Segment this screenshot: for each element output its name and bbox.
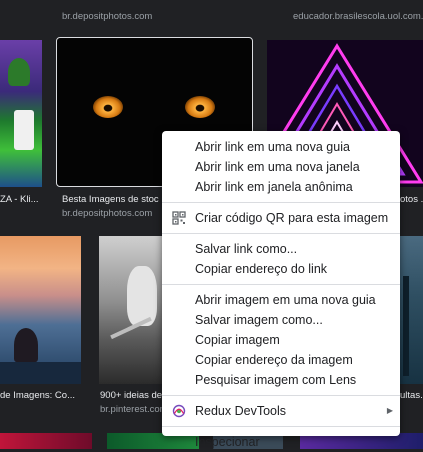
image-detail: [8, 58, 30, 86]
result-source[interactable]: br.depositphotos.com: [62, 208, 152, 219]
qr-code-icon: [172, 211, 186, 225]
menu-item-label: Redux DevTools: [195, 404, 287, 418]
menu-item-create-qr-code[interactable]: Criar código QR para esta imagem: [162, 208, 400, 228]
image-detail: [127, 266, 157, 326]
result-source[interactable]: br.pinterest.com: [100, 404, 162, 415]
menu-item-save-image-as[interactable]: Salvar imagem como...: [162, 310, 400, 330]
result-caption[interactable]: ultas...: [400, 390, 423, 401]
result-image[interactable]: [0, 433, 92, 449]
image-detail: [403, 276, 409, 376]
context-menu: Abrir link em uma nova guia Abrir link e…: [162, 131, 400, 449]
result-source[interactable]: educador.brasilescola.uol.com.br: [293, 11, 423, 22]
image-detail: [0, 362, 81, 384]
menu-item-copy-image[interactable]: Copiar imagem: [162, 330, 400, 350]
result-source[interactable]: br.depositphotos.com: [62, 11, 152, 22]
menu-separator: [162, 395, 400, 396]
result-caption[interactable]: otos ...: [400, 194, 423, 205]
result-image[interactable]: [0, 236, 81, 384]
redux-icon: [172, 404, 186, 418]
result-image[interactable]: [399, 236, 423, 384]
menu-item-open-link-incognito[interactable]: Abrir link em janela anônima: [162, 177, 400, 197]
menu-separator: [162, 284, 400, 285]
menu-separator: [162, 233, 400, 234]
menu-item-copy-link-address[interactable]: Copiar endereço do link: [162, 259, 400, 279]
result-image[interactable]: [0, 40, 42, 187]
menu-separator: [162, 202, 400, 203]
cat-eye: [185, 96, 215, 118]
image-detail: [14, 110, 34, 150]
menu-item-label: Criar código QR para esta imagem: [195, 211, 389, 225]
result-caption[interactable]: de Imagens: Co...: [0, 390, 81, 401]
menu-item-save-link-as[interactable]: Salvar link como...: [162, 239, 400, 259]
menu-item-redux-devtools[interactable]: Redux DevTools ▶: [162, 401, 400, 421]
menu-separator: [162, 426, 400, 427]
result-image[interactable]: [99, 236, 164, 384]
menu-item-open-image-new-tab[interactable]: Abrir imagem em uma nova guia: [162, 290, 400, 310]
menu-item-copy-image-address[interactable]: Copiar endereço da imagem: [162, 350, 400, 370]
menu-item-open-link-new-window[interactable]: Abrir link em uma nova janela: [162, 157, 400, 177]
menu-item-open-link-new-tab[interactable]: Abrir link em uma nova guia: [162, 137, 400, 157]
menu-item-search-image-lens[interactable]: Pesquisar imagem com Lens: [162, 370, 400, 390]
image-detail: [14, 328, 38, 362]
submenu-arrow-icon: ▶: [386, 406, 393, 415]
result-caption[interactable]: Besta Imagens de stoc: [62, 194, 162, 205]
cat-eye: [93, 96, 123, 118]
menu-item-inspect[interactable]: Inspecionar: [162, 432, 400, 452]
result-caption[interactable]: 900+ ideias de: [100, 390, 162, 401]
result-caption[interactable]: ZA - Kli...: [0, 194, 42, 205]
